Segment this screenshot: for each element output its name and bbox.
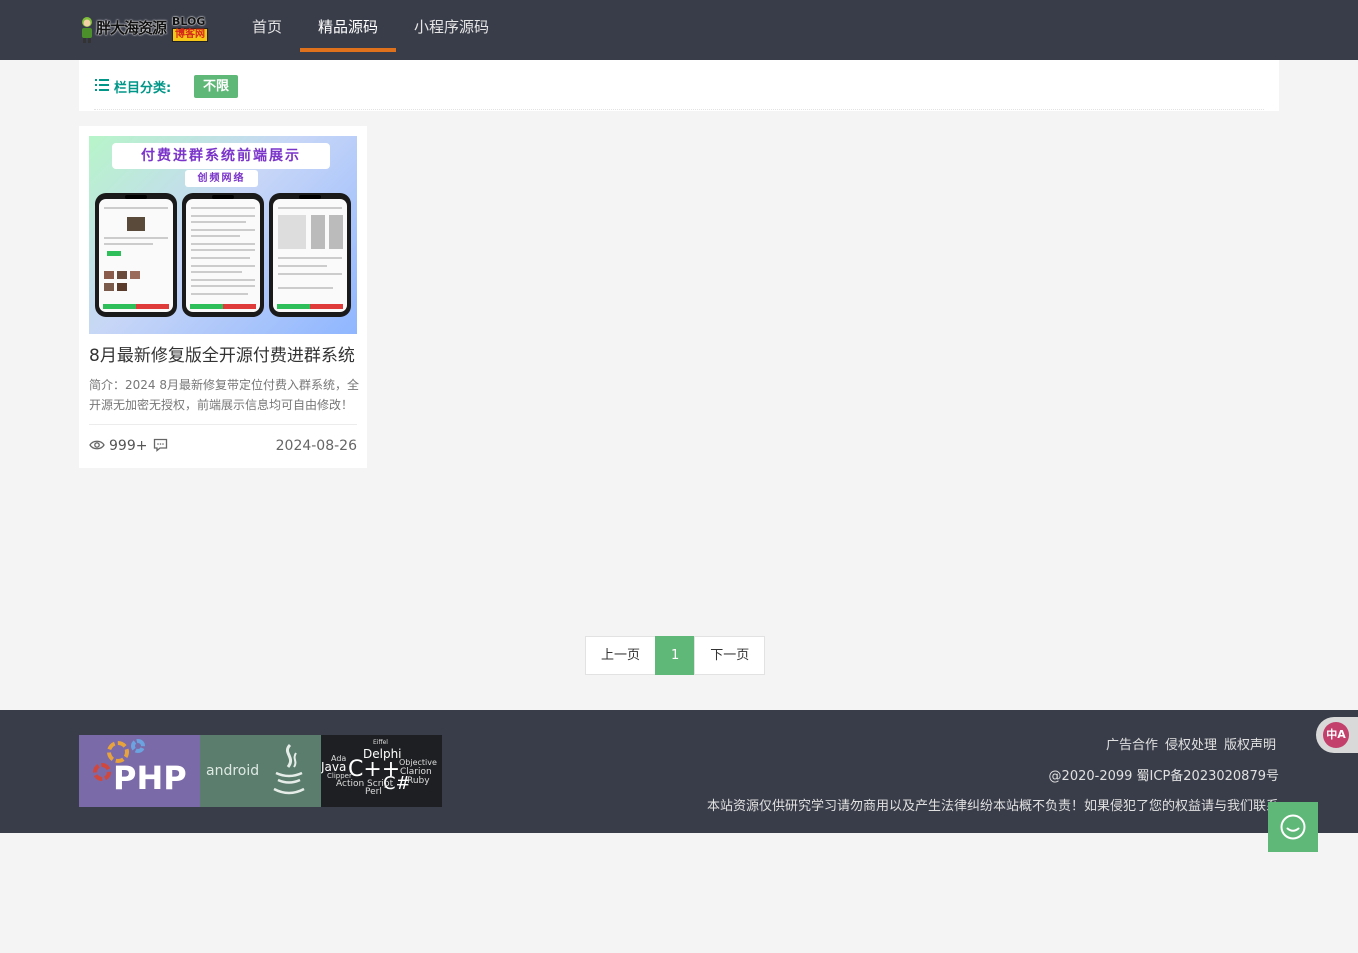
article-thumbnail[interactable]: 付费进群系统前端展示 创频网络 (89, 136, 357, 334)
article-meta: 999+ 2024-08-26 (89, 436, 357, 458)
footer-link-infringement[interactable]: 侵权处理 (1165, 734, 1217, 753)
footer-tech-logos: PHP android Delphi Java C++ C# Objective… (79, 735, 442, 807)
site-footer: PHP android Delphi Java C++ C# Objective… (0, 710, 1358, 833)
chat-icon (1280, 814, 1306, 840)
translate-icon: 中A (1323, 722, 1349, 748)
pagination: 上一页 1 下一页 (585, 636, 766, 675)
main-nav: 首页 精品源码 小程序源码 (234, 0, 507, 60)
divider (89, 424, 357, 425)
thumbnail-subtitle: 创频网络 (185, 170, 258, 187)
disclaimer-text: 本站资源仅供研究学习请勿商用以及产生法律纠纷本站概不负责！如果侵犯了您的权益请与… (706, 799, 1279, 814)
thumbnail-banner: 付费进群系统前端展示 (112, 143, 330, 169)
prev-page-button[interactable]: 上一页 (585, 636, 657, 675)
current-page[interactable]: 1 (655, 636, 696, 675)
top-navbar: 胖大海资源 BLOG 博客网 首页 精品源码 小程序源码 (0, 0, 1358, 60)
nav-miniprogram-source[interactable]: 小程序源码 (396, 0, 507, 60)
translate-button[interactable]: 中A (1316, 717, 1358, 753)
logo-tag: 博客网 (172, 28, 208, 42)
java-cup-icon (273, 743, 305, 795)
comment-icon[interactable] (153, 438, 168, 452)
phone-mockup (269, 193, 351, 317)
nav-premium-source[interactable]: 精品源码 (300, 0, 397, 60)
footer-links: 广告合作 侵权处理 版权声明 (1106, 734, 1276, 753)
category-filter-bar: 栏目分类: 不限 (79, 60, 1279, 111)
list-icon (95, 79, 109, 91)
view-count: 999+ (109, 438, 148, 454)
android-java-logo: android (200, 735, 321, 807)
phone-mockup (182, 193, 264, 317)
category-tag-all[interactable]: 不限 (194, 75, 239, 98)
programming-languages-logo: Delphi Java C++ C# Objective Clarion Ada… (321, 735, 442, 807)
site-logo[interactable]: 胖大海资源 BLOG 博客网 (79, 14, 209, 46)
copyright-text: @2020-2099 蜀ICP备2023020879号 (1048, 769, 1279, 784)
article-card[interactable]: 付费进群系统前端展示 创频网络 8月最新修复版全开源付费进群系统 简介：2024… (79, 126, 367, 468)
php-logo: PHP (79, 735, 200, 807)
article-description: 简介：2024 8月最新修复带定位付费入群系统，全开源无加密无授权，前端展示信息… (89, 378, 359, 412)
footer-link-ads[interactable]: 广告合作 (1106, 734, 1158, 753)
article-title[interactable]: 8月最新修复版全开源付费进群系统 (89, 344, 357, 368)
chat-button[interactable] (1268, 802, 1318, 852)
category-label: 栏目分类: (114, 81, 172, 96)
nav-home[interactable]: 首页 (234, 0, 300, 60)
logo-blog: BLOG (172, 15, 206, 28)
mascot-icon (82, 17, 92, 43)
logo-text: 胖大海资源 (96, 19, 167, 37)
publish-date: 2024-08-26 (275, 438, 357, 454)
phone-mockup (95, 193, 177, 317)
eye-icon (89, 440, 105, 450)
next-page-button[interactable]: 下一页 (694, 636, 766, 675)
footer-link-copyright[interactable]: 版权声明 (1224, 734, 1276, 753)
